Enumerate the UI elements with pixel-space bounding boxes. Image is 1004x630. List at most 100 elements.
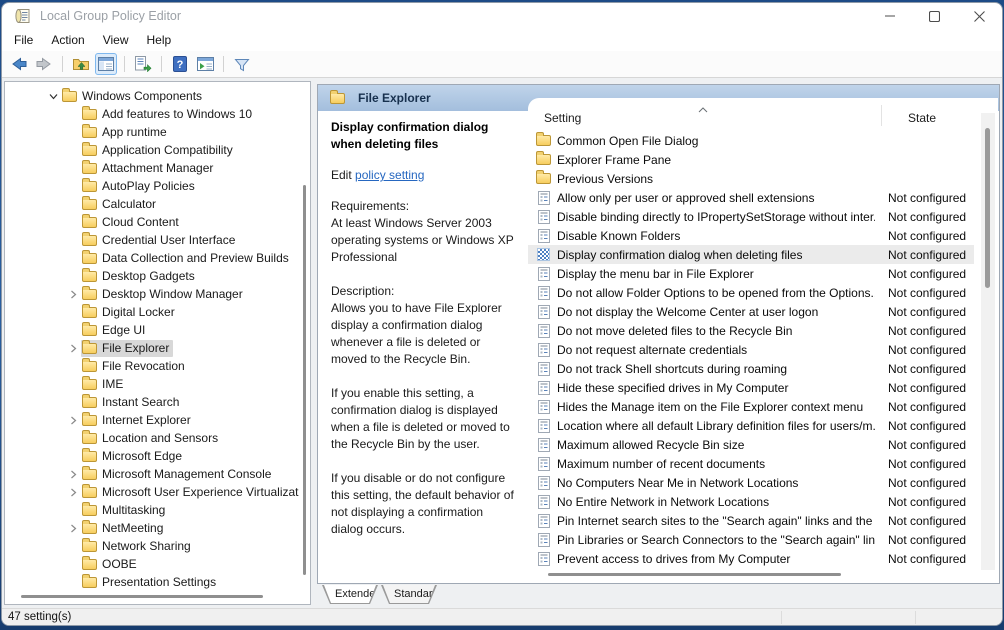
tree-item-file-revocation[interactable]: File Revocation [5, 357, 310, 375]
list-policy-row[interactable]: Pin Internet search sites to the "Search… [528, 511, 974, 530]
tree-item-calculator[interactable]: Calculator [5, 195, 310, 213]
tree-item-netmeeting[interactable]: NetMeeting [5, 519, 310, 537]
tree-item-body[interactable]: Attachment Manager [81, 160, 217, 177]
list-policy-row[interactable]: Disable Known FoldersNot configured [528, 226, 974, 245]
tree-item-file-explorer[interactable]: File Explorer [5, 339, 310, 357]
list-policy-row[interactable]: Location where all default Library defin… [528, 416, 974, 435]
tree-item-internet-explorer[interactable]: Internet Explorer [5, 411, 310, 429]
column-header-setting[interactable]: Setting [544, 111, 581, 125]
tree-item-body[interactable]: Desktop Gadgets [81, 268, 199, 285]
tree-item-cloud-content[interactable]: Cloud Content [5, 213, 310, 231]
list-policy-row[interactable]: Display confirmation dialog when deletin… [528, 245, 974, 264]
tree-item-microsoft-edge[interactable]: Microsoft Edge [5, 447, 310, 465]
tree-item-body[interactable]: App runtime [81, 124, 171, 141]
list-policy-row[interactable]: Hide these specified drives in My Comput… [528, 378, 974, 397]
tree-item-body[interactable]: Instant Search [81, 394, 183, 411]
tree-item-body[interactable]: Calculator [81, 196, 160, 213]
tree-item-body[interactable]: Data Collection and Preview Builds [81, 250, 293, 267]
menu-view[interactable]: View [94, 31, 138, 49]
tree-item-body[interactable]: Internet Explorer [81, 412, 195, 429]
tree-item-multitasking[interactable]: Multitasking [5, 501, 310, 519]
tab-standard[interactable]: Standard [381, 585, 437, 604]
help-button[interactable]: ? [169, 53, 191, 75]
tree-item-body[interactable]: Microsoft User Experience Virtualizat [81, 484, 303, 501]
tree-item-application-compatibility[interactable]: Application Compatibility [5, 141, 310, 159]
tree-item-presentation-settings[interactable]: Presentation Settings [5, 573, 310, 591]
tree-item-body[interactable]: Application Compatibility [81, 142, 237, 159]
list-policy-row[interactable]: Do not allow Folder Options to be opened… [528, 283, 974, 302]
tree-item-body[interactable]: AutoPlay Policies [81, 178, 199, 195]
tree-item-body[interactable]: Desktop Window Manager [81, 286, 247, 303]
show-console-tree-button[interactable] [95, 53, 117, 75]
list-policy-row[interactable]: No Computers Near Me in Network Location… [528, 473, 974, 492]
tree-vertical-scrollbar[interactable] [303, 185, 306, 575]
tree-item-body[interactable]: IME [81, 376, 127, 393]
tree-item-microsoft-management-console[interactable]: Microsoft Management Console [5, 465, 310, 483]
tree-item-body[interactable]: File Revocation [81, 358, 189, 375]
tree-item-body[interactable]: Digital Locker [81, 304, 179, 321]
policy-setting-link[interactable]: policy setting [355, 168, 424, 182]
close-button[interactable] [957, 3, 1002, 29]
list-policy-row[interactable]: Do not track Shell shortcuts during roam… [528, 359, 974, 378]
tree-item-body[interactable]: OOBE [81, 556, 141, 573]
list-vertical-scrollbar-thumb[interactable] [985, 128, 990, 288]
chevron-down-icon[interactable] [45, 88, 61, 104]
tree-horizontal-scrollbar[interactable] [21, 595, 263, 598]
list-policy-row[interactable]: Do not display the Welcome Center at use… [528, 302, 974, 321]
up-one-level-button[interactable] [70, 53, 92, 75]
tree-item-add-features-to-windows-10[interactable]: Add features to Windows 10 [5, 105, 310, 123]
tree-item-body[interactable]: NetMeeting [81, 520, 167, 537]
filter-icon[interactable] [231, 53, 253, 75]
tree-item-data-collection-and-preview-builds[interactable]: Data Collection and Preview Builds [5, 249, 310, 267]
list-horizontal-scrollbar[interactable] [548, 573, 841, 576]
list-policy-row[interactable]: Disable binding directly to IPropertySet… [528, 207, 974, 226]
back-button[interactable] [8, 53, 30, 75]
tree-item-body[interactable]: Add features to Windows 10 [81, 106, 256, 123]
forward-button[interactable] [33, 53, 55, 75]
tree-item-autoplay-policies[interactable]: AutoPlay Policies [5, 177, 310, 195]
minimize-button[interactable] [867, 3, 912, 29]
maximize-button[interactable] [912, 3, 957, 29]
list-folder-row[interactable]: Explorer Frame Pane [528, 150, 974, 169]
tree-item-ime[interactable]: IME [5, 375, 310, 393]
show-action-pane-button[interactable] [194, 53, 216, 75]
chevron-right-icon[interactable] [65, 286, 81, 302]
tree-item-microsoft-user-experience-virtualizat[interactable]: Microsoft User Experience Virtualizat [5, 483, 310, 501]
menu-help[interactable]: Help [138, 31, 181, 49]
tree-item-windows-components[interactable]: Windows Components [5, 87, 310, 105]
list-policy-row[interactable]: Maximum allowed Recycle Bin sizeNot conf… [528, 435, 974, 454]
export-list-button[interactable] [132, 53, 154, 75]
column-separator[interactable] [881, 105, 882, 126]
tree-item-attachment-manager[interactable]: Attachment Manager [5, 159, 310, 177]
tree-item-body[interactable]: Location and Sensors [81, 430, 222, 447]
list-policy-row[interactable]: Do not move deleted files to the Recycle… [528, 321, 974, 340]
tree-item-credential-user-interface[interactable]: Credential User Interface [5, 231, 310, 249]
tree-item-digital-locker[interactable]: Digital Locker [5, 303, 310, 321]
list-policy-row[interactable]: No Entire Network in Network LocationsNo… [528, 492, 974, 511]
list-folder-row[interactable]: Previous Versions [528, 169, 974, 188]
tree-item-body[interactable]: Multitasking [81, 502, 169, 519]
tree-item-body[interactable]: Microsoft Management Console [81, 466, 275, 483]
tree-item-edge-ui[interactable]: Edge UI [5, 321, 310, 339]
tree-item-body[interactable]: Microsoft Edge [81, 448, 186, 465]
chevron-right-icon[interactable] [65, 340, 81, 356]
list-policy-row[interactable]: Display the menu bar in File ExplorerNot… [528, 264, 974, 283]
tree-item-body[interactable]: Windows Components [61, 88, 206, 105]
tree-item-oobe[interactable]: OOBE [5, 555, 310, 573]
list-policy-row[interactable]: Hides the Manage item on the File Explor… [528, 397, 974, 416]
menu-action[interactable]: Action [42, 31, 93, 49]
tree-item-instant-search[interactable]: Instant Search [5, 393, 310, 411]
list-policy-row[interactable]: Pin Libraries or Search Connectors to th… [528, 530, 974, 549]
list-folder-row[interactable]: Common Open File Dialog [528, 131, 974, 150]
tree-item-body[interactable]: Credential User Interface [81, 232, 239, 249]
tree-item-body[interactable]: File Explorer [81, 340, 173, 357]
tree-item-location-and-sensors[interactable]: Location and Sensors [5, 429, 310, 447]
tree-item-desktop-window-manager[interactable]: Desktop Window Manager [5, 285, 310, 303]
tree-item-body[interactable]: Cloud Content [81, 214, 183, 231]
tab-extended[interactable]: Extended [322, 585, 378, 604]
tree-item-body[interactable]: Presentation Settings [81, 574, 220, 591]
tree-item-body[interactable]: Edge UI [81, 322, 149, 339]
list-vertical-scrollbar-track[interactable] [981, 113, 995, 570]
column-header-state[interactable]: State [908, 111, 936, 125]
tree-item-body[interactable]: Network Sharing [81, 538, 195, 555]
